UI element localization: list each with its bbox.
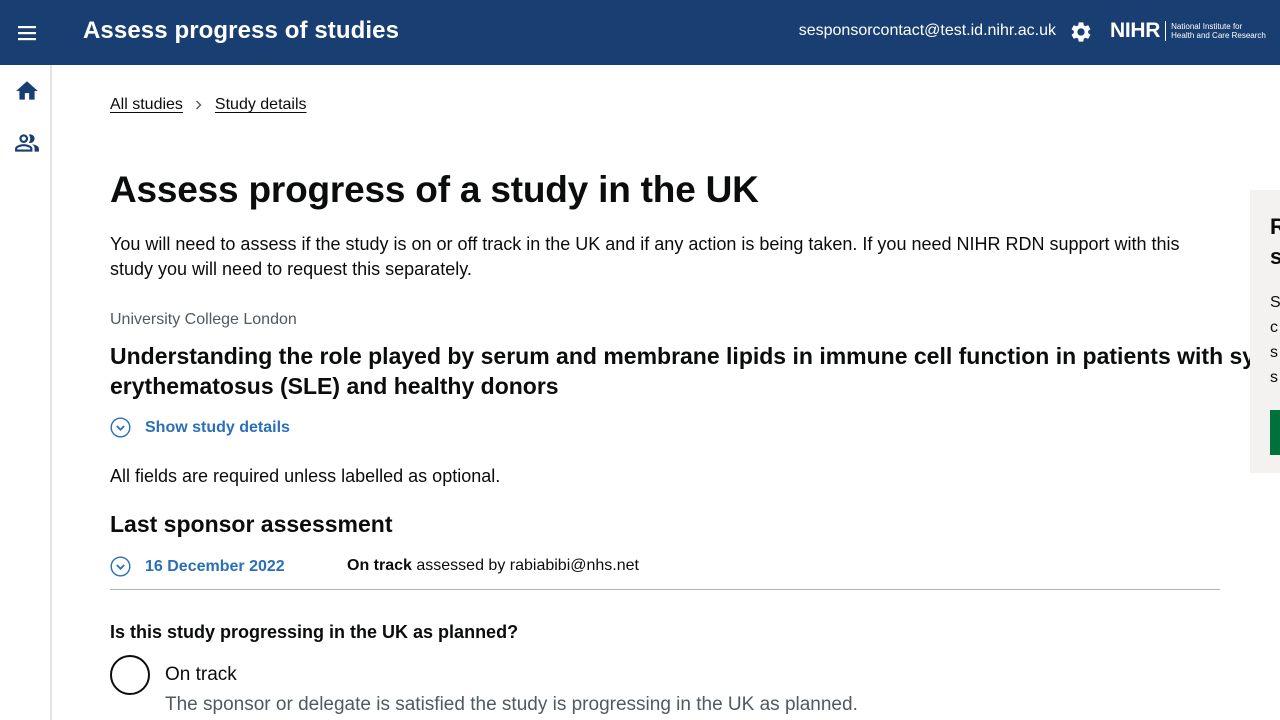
- side-panel-title-line-1: R: [1270, 214, 1280, 239]
- last-assessment-date: 16 December 2022: [145, 557, 285, 575]
- on-track-radio[interactable]: [110, 655, 150, 695]
- chevron-right-icon: [195, 100, 202, 110]
- show-study-details-label: Show study details: [145, 418, 290, 436]
- last-assessment-heading: Last sponsor assessment: [110, 511, 393, 537]
- logo-divider: [1165, 21, 1167, 41]
- intro-text: You will need to assess if the study is …: [110, 234, 1180, 279]
- last-assessment-toggle[interactable]: 16 December 2022: [110, 556, 285, 577]
- top-bar: Assess progress of studies sesponsorcont…: [0, 0, 1280, 65]
- last-assessment-status: On track assessed by rabiabibi@nhs.net: [347, 557, 639, 575]
- main-content: All studies Study details Assess progres…: [110, 65, 1280, 720]
- side-panel-body-line-4: s: [1270, 369, 1278, 386]
- show-study-details-toggle[interactable]: Show study details: [110, 417, 290, 438]
- user-email: sesponsorcontact@test.id.nihr.ac.uk: [798, 22, 1056, 39]
- support-side-panel: R s S c s s: [1250, 190, 1280, 473]
- study-organisation: University College London: [110, 311, 297, 328]
- breadcrumb-all-studies[interactable]: All studies: [110, 96, 183, 114]
- breadcrumb: All studies Study details: [110, 96, 307, 114]
- side-panel-body-line-1: S: [1270, 294, 1280, 311]
- home-icon[interactable]: [14, 78, 40, 104]
- side-navigation: [0, 65, 52, 720]
- menu-icon[interactable]: [13, 19, 41, 47]
- on-track-hint: The sponsor or delegate is satisfied the…: [165, 694, 858, 715]
- gear-icon[interactable]: [1069, 20, 1093, 44]
- chevron-down-circle-icon: [110, 417, 131, 438]
- study-title: Understanding the role played by serum a…: [110, 341, 1250, 403]
- logo-text: National Institute for Health and Care R…: [1171, 22, 1266, 40]
- chevron-down-circle-icon: [110, 556, 131, 577]
- study-title-line-1: Understanding the role played by serum a…: [110, 343, 1250, 369]
- side-panel-body-line-3: s: [1270, 344, 1278, 361]
- last-assessment-status-value: On track: [347, 557, 412, 574]
- people-icon[interactable]: [14, 130, 40, 156]
- logo-mark: NIHR: [1110, 19, 1161, 42]
- progress-question: Is this study progressing in the UK as p…: [110, 622, 519, 642]
- side-panel-title-line-2: s: [1270, 244, 1280, 269]
- nihr-logo[interactable]: NIHR National Institute for Health and C…: [1110, 19, 1266, 43]
- side-panel-button[interactable]: [1270, 410, 1280, 455]
- study-title-line-2: erythematosus (SLE) and healthy donors: [110, 373, 559, 399]
- logo-line-2: Health and Care Research: [1171, 31, 1266, 40]
- on-track-label[interactable]: On track: [165, 664, 237, 686]
- breadcrumb-study-details[interactable]: Study details: [215, 96, 307, 114]
- side-panel-body-line-2: c: [1270, 319, 1278, 336]
- required-fields-note: All fields are required unless labelled …: [110, 466, 501, 486]
- app-title[interactable]: Assess progress of studies: [83, 17, 399, 45]
- logo-line-1: National Institute for: [1171, 22, 1243, 31]
- last-assessment-assessed-by: assessed by rabiabibi@nhs.net: [416, 557, 639, 574]
- section-divider: [110, 589, 1220, 590]
- page-title: Assess progress of a study in the UK: [110, 169, 759, 210]
- side-panel-title: R s: [1270, 212, 1280, 272]
- side-panel-body: S c s s: [1270, 290, 1280, 390]
